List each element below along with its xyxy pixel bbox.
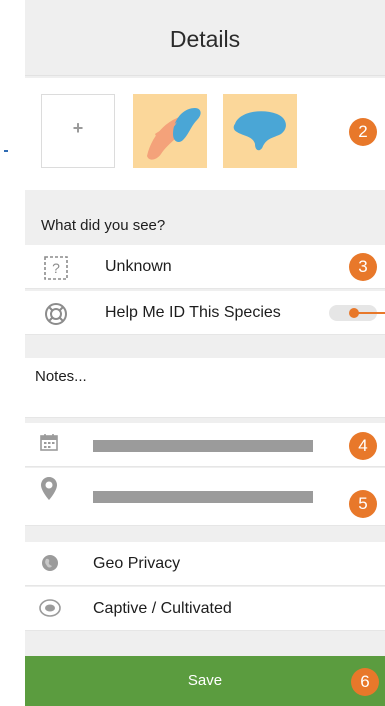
- help-id-label: Help Me ID This Species: [105, 304, 281, 321]
- toggle-callout-line: [355, 312, 385, 314]
- callout-badge: 6: [351, 668, 379, 696]
- callout-badge: 3: [349, 253, 377, 281]
- photo-strip: + 2: [25, 78, 385, 190]
- captive-icon: [39, 598, 65, 624]
- callout-badge: 5: [349, 490, 377, 518]
- save-button[interactable]: Save 6: [25, 656, 385, 706]
- details-screen: Details + 2 What did you see? ? Unknown …: [25, 0, 385, 706]
- species-unknown-row[interactable]: ? Unknown 3: [25, 245, 385, 289]
- plus-icon: +: [72, 118, 84, 138]
- notes-field[interactable]: Notes...: [25, 358, 385, 418]
- pointer-tick: [4, 150, 8, 152]
- geo-privacy-row[interactable]: Geo Privacy: [25, 542, 385, 586]
- left-margin: [0, 0, 25, 706]
- toggle-knob: [349, 308, 359, 318]
- header: Details: [25, 0, 385, 76]
- question-box-icon: ?: [43, 255, 69, 281]
- location-row[interactable]: 5: [25, 468, 385, 526]
- add-photo-button[interactable]: +: [41, 94, 115, 168]
- date-value-placeholder: [93, 440, 313, 452]
- captive-label: Captive / Cultivated: [93, 600, 232, 617]
- page-title: Details: [169, 26, 241, 52]
- photo-thumbnail[interactable]: [133, 94, 207, 168]
- bird-blue-image: [233, 111, 286, 151]
- notes-placeholder: Notes...: [35, 368, 87, 385]
- svg-text:?: ?: [52, 260, 60, 276]
- captive-row[interactable]: Captive / Cultivated: [25, 587, 385, 631]
- bird-orange-image: [147, 108, 201, 160]
- location-pin-icon: [39, 476, 65, 502]
- help-id-toggle[interactable]: [329, 303, 385, 323]
- photo-thumbnail[interactable]: [223, 94, 297, 168]
- identification-label: What did you see?: [41, 217, 166, 234]
- geo-privacy-label: Geo Privacy: [93, 555, 181, 572]
- help-id-row: Help Me ID This Species: [25, 291, 385, 335]
- species-unknown-label: Unknown: [105, 258, 172, 275]
- location-value-placeholder: [93, 491, 313, 503]
- life-ring-icon: [43, 301, 69, 327]
- globe-icon: [41, 554, 67, 580]
- callout-badge: 4: [349, 432, 377, 460]
- date-row[interactable]: 4: [25, 423, 385, 467]
- calendar-icon: [39, 432, 65, 458]
- callout-badge: 2: [349, 118, 377, 146]
- save-label: Save: [187, 672, 223, 689]
